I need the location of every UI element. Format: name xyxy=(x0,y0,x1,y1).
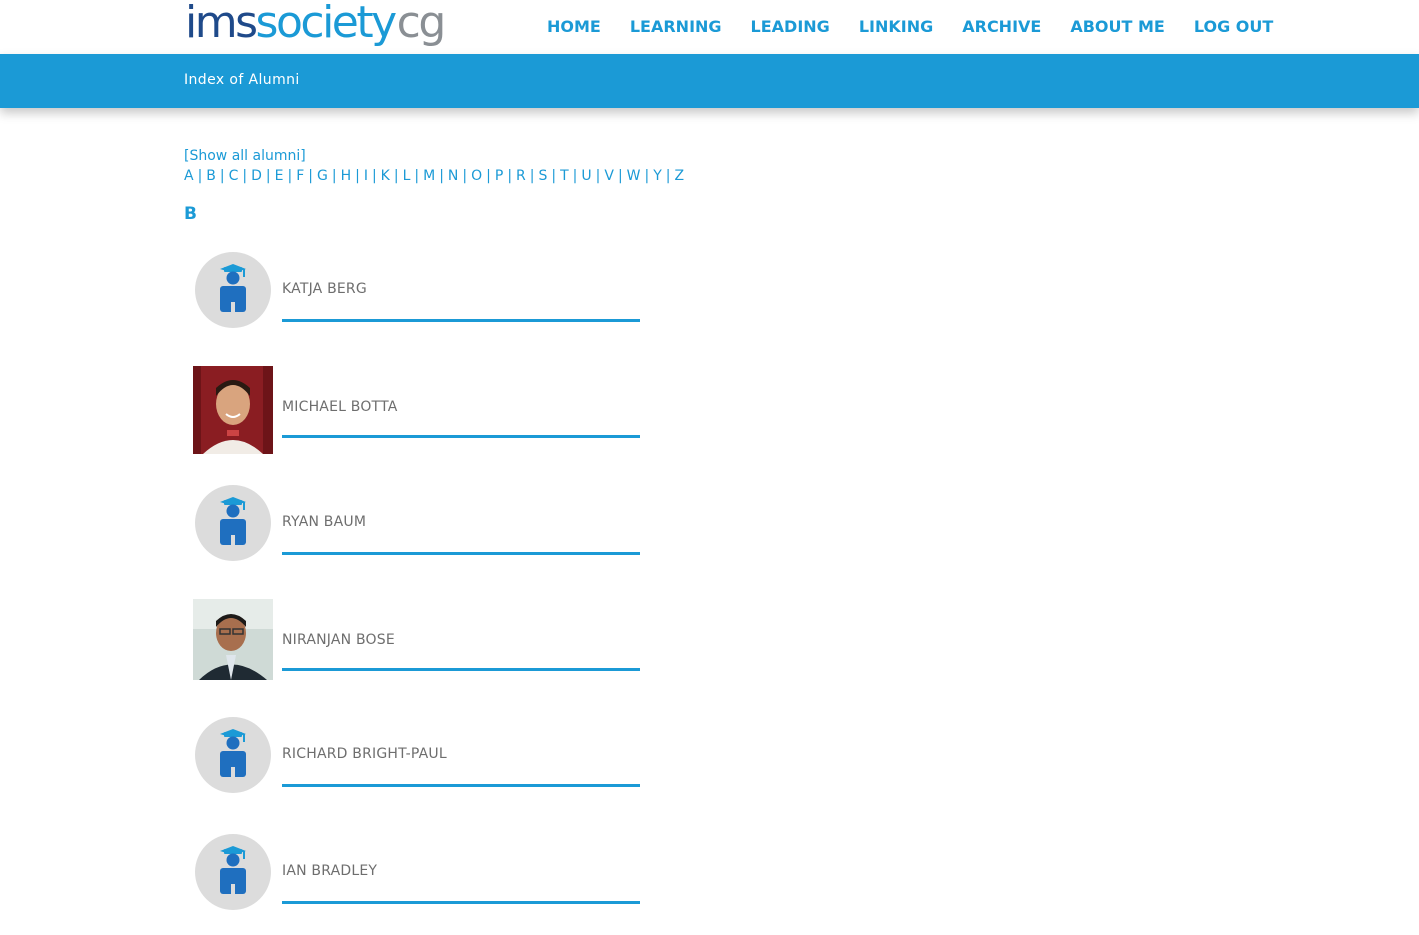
alphabet-separator: | xyxy=(572,168,578,184)
alphabet-separator: | xyxy=(665,168,671,184)
page-title: Index of Alumni xyxy=(184,72,300,88)
letter-link-p[interactable]: P xyxy=(495,168,503,184)
site-logo[interactable]: ims s ociety cg xyxy=(185,0,447,48)
graduate-avatar-icon[interactable] xyxy=(195,485,271,561)
name-underline xyxy=(282,784,640,787)
show-all-alumni-link[interactable]: [Show all alumni] xyxy=(184,148,306,164)
name-underline xyxy=(282,668,640,671)
letter-link-s[interactable]: S xyxy=(539,168,548,184)
letter-link-d[interactable]: D xyxy=(251,168,262,184)
alumni-entry[interactable]: NIRANJAN BOSE xyxy=(193,599,653,689)
alphabet-separator: | xyxy=(529,168,535,184)
letter-link-r[interactable]: R xyxy=(516,168,526,184)
nav-learning[interactable]: LEARNING xyxy=(630,16,722,38)
letter-link-u[interactable]: U xyxy=(581,168,591,184)
alphabet-separator: | xyxy=(242,168,248,184)
nav-home[interactable]: HOME xyxy=(547,16,601,38)
letter-link-k[interactable]: K xyxy=(381,168,390,184)
alphabet-separator: | xyxy=(439,168,444,184)
letter-link-f[interactable]: F xyxy=(296,168,304,184)
alumni-entry[interactable]: KATJA BERG xyxy=(193,250,653,340)
alphabet-separator: | xyxy=(507,168,513,184)
letter-link-i[interactable]: I xyxy=(364,168,368,184)
alphabet-separator: | xyxy=(197,168,203,184)
nav-archive[interactable]: ARCHIVE xyxy=(962,16,1041,38)
graduate-avatar-icon[interactable] xyxy=(195,834,271,910)
profile-photo[interactable] xyxy=(193,366,273,454)
letter-link-e[interactable]: E xyxy=(275,168,284,184)
graduate-avatar-icon[interactable] xyxy=(195,252,271,328)
letter-link-a[interactable]: A xyxy=(184,168,194,184)
alumni-name[interactable]: KATJA BERG xyxy=(282,281,367,297)
alumni-name[interactable]: RYAN BAUM xyxy=(282,514,366,530)
letter-link-n[interactable]: N xyxy=(448,168,458,184)
alphabet-separator: | xyxy=(287,168,293,184)
nav-about-me[interactable]: ABOUT ME xyxy=(1070,16,1165,38)
alphabet-filter: A | B | C | D | E | F | G | H | I | K | L | M | N | O | P | R | S | T | U | V |… xyxy=(184,168,684,184)
profile-photo[interactable] xyxy=(193,599,273,680)
alumni-entry[interactable]: MICHAEL BOTTA xyxy=(193,366,653,456)
logo-text-s: s xyxy=(255,0,279,48)
alphabet-separator: | xyxy=(617,168,623,184)
alphabet-separator: | xyxy=(219,168,225,184)
letter-link-m[interactable]: M xyxy=(423,168,435,184)
alphabet-separator: | xyxy=(595,168,601,184)
alumni-name[interactable]: IAN BRADLEY xyxy=(282,863,377,879)
letter-link-o[interactable]: O xyxy=(471,168,482,184)
alphabet-separator: | xyxy=(551,168,557,184)
site-header: ims s ociety cg HOME LEARNING LEADING LINKI… xyxy=(0,0,1419,54)
nav-log-out[interactable]: LOG OUT xyxy=(1194,16,1273,38)
alphabet-separator: | xyxy=(393,168,399,184)
alumni-entry[interactable]: IAN BRADLEY xyxy=(193,832,653,922)
alphabet-separator: | xyxy=(308,168,313,184)
name-underline xyxy=(282,319,640,322)
name-underline xyxy=(282,901,640,904)
logo-text-cg: cg xyxy=(396,0,447,48)
alphabet-separator: | xyxy=(462,168,468,184)
alphabet-separator: | xyxy=(414,168,420,184)
letter-link-c[interactable]: C xyxy=(229,168,239,184)
letter-link-b[interactable]: B xyxy=(206,168,216,184)
alphabet-separator: | xyxy=(644,168,650,184)
alphabet-separator: | xyxy=(371,168,377,184)
logo-text-ims: ims xyxy=(185,0,258,48)
letter-link-w[interactable]: W xyxy=(627,168,641,184)
alphabet-separator: | xyxy=(331,168,337,184)
alumni-entry[interactable]: RICHARD BRIGHT-PAUL xyxy=(193,715,653,805)
letter-link-h[interactable]: H xyxy=(341,168,352,184)
name-underline xyxy=(282,435,640,438)
alphabet-separator: | xyxy=(355,168,360,184)
graduate-avatar-icon[interactable] xyxy=(195,717,271,793)
letter-link-l[interactable]: L xyxy=(403,168,411,184)
letter-link-z[interactable]: Z xyxy=(675,168,685,184)
alumni-name[interactable]: MICHAEL BOTTA xyxy=(282,399,398,415)
alumni-entry[interactable]: RYAN BAUM xyxy=(193,483,653,573)
letter-link-v[interactable]: V xyxy=(604,168,614,184)
nav-leading[interactable]: LEADING xyxy=(751,16,830,38)
letter-link-y[interactable]: Y xyxy=(653,168,662,184)
nav-linking[interactable]: LINKING xyxy=(859,16,933,38)
page-title-band: Index of Alumni xyxy=(0,54,1419,108)
logo-text-ociety: ociety xyxy=(275,0,397,48)
letter-link-g[interactable]: G xyxy=(317,168,328,184)
alphabet-separator: | xyxy=(265,168,271,184)
name-underline xyxy=(282,552,640,555)
main-nav: HOME LEARNING LEADING LINKING ARCHIVE AB… xyxy=(547,16,1273,38)
section-heading: B xyxy=(184,204,197,224)
alumni-name[interactable]: RICHARD BRIGHT-PAUL xyxy=(282,746,447,762)
letter-link-t[interactable]: T xyxy=(560,168,569,184)
alumni-name[interactable]: NIRANJAN BOSE xyxy=(282,632,395,648)
alphabet-separator: | xyxy=(486,168,491,184)
